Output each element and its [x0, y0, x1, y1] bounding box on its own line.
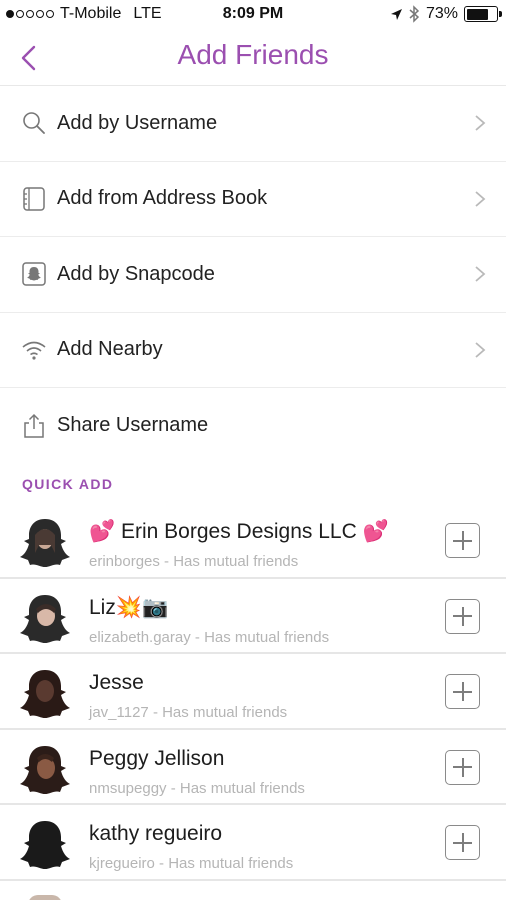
add-by-username-label: Add by Username — [57, 111, 218, 134]
friend-display-name: Jesse — [89, 671, 144, 694]
chevron-right-icon — [475, 115, 486, 131]
bluetooth-icon — [409, 5, 420, 23]
quick-add-row[interactable]: Jesse jav_1127 - Has mutual friends — [0, 654, 506, 730]
add-friend-button[interactable] — [445, 674, 480, 709]
add-nearby-row[interactable]: Add Nearby — [0, 313, 506, 388]
quick-add-list: 💕 Erin Borges Designs LLC 💕 erinborges -… — [0, 503, 506, 881]
friend-username-detail: kjregueiro - Has mutual friends — [89, 855, 294, 872]
friend-display-name: 💕 Erin Borges Designs LLC 💕 — [89, 520, 389, 543]
add-nearby-label: Add Nearby — [57, 338, 163, 361]
friend-display-name: Liz💥📷 — [89, 595, 169, 619]
add-by-snapcode-label: Add by Snapcode — [57, 262, 215, 285]
status-right: 73% — [390, 5, 502, 23]
bitmoji-avatar — [20, 594, 70, 643]
add-by-username-row[interactable]: Add by Username — [0, 86, 506, 162]
address-book-icon — [21, 186, 47, 212]
add-from-address-book-row[interactable]: Add from Address Book — [0, 162, 506, 237]
add-options-list: Add by Username Add from Address Book Ad… — [0, 86, 506, 464]
ghost-avatar — [20, 821, 70, 869]
battery-icon — [464, 6, 502, 22]
snapcode-icon — [21, 261, 47, 287]
chevron-right-icon — [475, 191, 486, 207]
location-arrow-icon — [390, 8, 402, 20]
add-from-address-book-label: Add from Address Book — [57, 187, 268, 210]
add-friend-button[interactable] — [445, 523, 480, 558]
navigation-header: Add Friends — [0, 30, 506, 86]
page-title: Add Friends — [177, 39, 329, 70]
quick-add-row[interactable]: kathy regueiro kjregueiro - Has mutual f… — [0, 805, 506, 881]
add-friend-button[interactable] — [445, 749, 480, 785]
add-friend-button[interactable] — [445, 825, 480, 860]
bitmoji-avatar — [20, 670, 70, 718]
bitmoji-avatar — [20, 745, 70, 794]
quick-add-row[interactable]: Peggy Jellison nmsupeggy - Has mutual fr… — [0, 730, 506, 805]
friend-display-name: kathy regueiro — [89, 822, 223, 845]
friend-username-detail: jav_1127 - Has mutual friends — [89, 704, 288, 721]
share-icon — [21, 413, 47, 439]
add-friend-button[interactable] — [445, 598, 480, 634]
friend-username-detail: nmsupeggy - Has mutual friends — [89, 779, 305, 797]
friend-username-detail: elizabeth.garay - Has mutual friends — [89, 628, 330, 646]
search-icon — [21, 110, 47, 136]
battery-percent: 73% — [425, 5, 458, 22]
quick-add-row[interactable]: 💕 Erin Borges Designs LLC 💕 erinborges -… — [0, 503, 506, 579]
quick-add-row[interactable]: Liz💥📷 elizabeth.garay - Has mutual frien… — [0, 579, 506, 654]
bitmoji-avatar — [20, 519, 70, 567]
status-bar: T-Mobile LTE 8:09 PM 73% — [0, 0, 506, 30]
quick-add-heading: QUICK ADD — [22, 476, 114, 492]
partial-avatar — [28, 895, 62, 900]
friend-username-detail: erinborges - Has mutual friends — [89, 553, 299, 570]
battery-level — [466, 8, 488, 20]
share-username-row[interactable]: Share Username — [0, 388, 506, 464]
chevron-right-icon — [475, 342, 486, 358]
wifi-icon — [21, 337, 47, 363]
add-by-snapcode-row[interactable]: Add by Snapcode — [0, 237, 506, 313]
chevron-right-icon — [475, 266, 486, 282]
friend-display-name: Peggy Jellison — [89, 746, 225, 770]
share-username-label: Share Username — [57, 414, 209, 437]
